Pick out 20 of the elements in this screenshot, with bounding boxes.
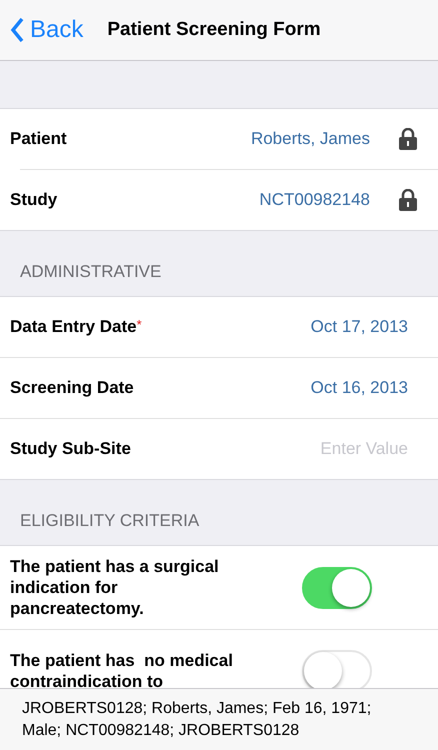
section-header: ADMINISTRATIVE [20, 260, 162, 282]
row-value: NCT00982148 [259, 189, 370, 212]
field-label: Study Sub-Site [10, 438, 131, 460]
back-button[interactable]: Back [10, 12, 84, 48]
screen-title: Patient Screening Form [107, 18, 321, 42]
field-value[interactable]: Oct 17, 2013 [310, 314, 408, 340]
chevron-left-icon [10, 17, 24, 43]
required-mark: * [136, 316, 142, 334]
row-value: Roberts, James [250, 128, 370, 150]
field-label: Screening Date [10, 377, 134, 400]
patient-summary: JROBERTS0128; Roberts, James; Feb 16, 1971; Male; NCT00982148; JROBERTS0128 [22, 698, 372, 740]
row-label: Study [10, 189, 58, 212]
field-value[interactable]: Oct 16, 2013 [310, 375, 408, 401]
row-label: Patient [10, 128, 67, 150]
criterion-text: The patient has no medical contraindication to [10, 650, 234, 688]
toggle-switch[interactable] [302, 566, 372, 608]
section-header: ELIGIBILITY CRITERIA [20, 510, 200, 532]
criterion-text: The patient has a surgical indication for pancreatectomy. [10, 556, 220, 619]
value-input[interactable]: Enter Value [248, 436, 408, 462]
field-label: Data Entry Date [10, 316, 137, 338]
